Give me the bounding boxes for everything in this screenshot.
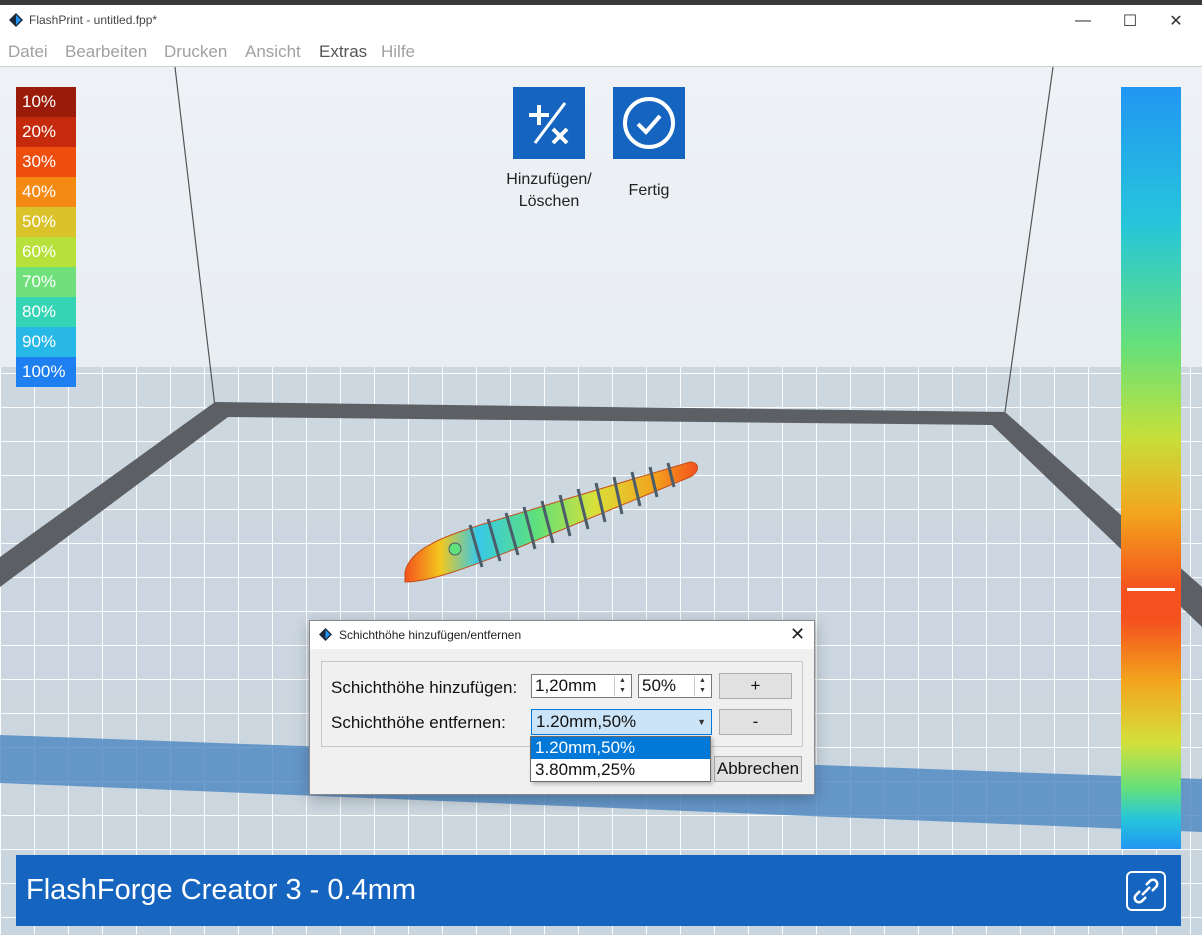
spin-arrows-icon[interactable]: ▲ ▼	[614, 676, 630, 696]
menu-ansicht[interactable]: Ansicht	[245, 42, 301, 62]
menu-extras[interactable]: Extras	[319, 42, 367, 62]
add-height-label: Schichthöhe hinzufügen:	[331, 678, 518, 697]
dialog-close-button[interactable]: ✕	[790, 624, 805, 645]
flashprint-logo-icon	[319, 628, 332, 641]
legend-item: 100%	[16, 357, 76, 387]
printer-status-bar: FlashForge Creator 3 - 0.4mm	[16, 855, 1181, 926]
slider-handle[interactable]	[1127, 588, 1175, 591]
legend-item: 70%	[16, 267, 76, 297]
legend-item: 90%	[16, 327, 76, 357]
legend-item: 20%	[16, 117, 76, 147]
dialog-title: Schichthöhe hinzufügen/entfernen	[339, 628, 522, 642]
infill-legend: 10% 20% 30% 40% 50% 60% 70% 80% 90% 100%	[16, 87, 76, 387]
cancel-button[interactable]: Abbrechen	[714, 756, 802, 782]
printer-name: FlashForge Creator 3 - 0.4mm	[26, 874, 417, 906]
menu-bearbeiten[interactable]: Bearbeiten	[65, 42, 147, 62]
menu-drucken[interactable]: Drucken	[164, 42, 227, 62]
remove-height-combobox[interactable]: 1.20mm,50% ▼	[531, 709, 712, 735]
close-button[interactable]: ✕	[1153, 5, 1199, 37]
legend-item: 60%	[16, 237, 76, 267]
done-button[interactable]	[613, 87, 685, 159]
spin-arrows-icon[interactable]: ▲ ▼	[694, 676, 710, 696]
add-percent-value: 50%	[642, 676, 677, 695]
link-icon	[1133, 878, 1159, 904]
remove-layer-button[interactable]: -	[719, 709, 792, 735]
check-circle-icon	[623, 97, 675, 149]
window-title: FlashPrint - untitled.fpp*	[29, 13, 158, 27]
plus-times-icon	[529, 102, 569, 145]
add-remove-button[interactable]	[513, 87, 585, 159]
dropdown-option[interactable]: 1.20mm,50%	[531, 737, 710, 759]
add-remove-label: Hinzufügen/ Löschen	[506, 171, 592, 210]
connect-button[interactable]	[1126, 871, 1166, 911]
menu-hilfe[interactable]: Hilfe	[381, 42, 415, 62]
menu-datei[interactable]: Datei	[8, 42, 48, 62]
menu-bar: Datei Bearbeiten Drucken Ansicht Extras …	[0, 38, 1202, 67]
legend-item: 30%	[16, 147, 76, 177]
remove-selected-value: 1.20mm,50%	[536, 712, 637, 731]
legend-item: 40%	[16, 177, 76, 207]
flashprint-logo-icon	[9, 13, 23, 27]
add-layer-button[interactable]: +	[719, 673, 792, 699]
add-percent-spinbox[interactable]: 50% ▲ ▼	[638, 674, 712, 698]
legend-item: 10%	[16, 87, 76, 117]
add-height-spinbox[interactable]: 1,20mm ▲ ▼	[531, 674, 632, 698]
remove-height-label: Schichthöhe entfernen:	[331, 713, 506, 732]
layer-height-slider[interactable]	[1121, 87, 1181, 849]
done-label: Fertig	[628, 182, 670, 199]
dropdown-option[interactable]: 3.80mm,25%	[531, 759, 710, 781]
dialog-title-bar: Schichthöhe hinzufügen/entfernen ✕	[310, 621, 814, 649]
maximize-button[interactable]: ☐	[1107, 5, 1153, 37]
remove-height-dropdown-list: 1.20mm,50% 3.80mm,25%	[530, 736, 711, 782]
legend-item: 50%	[16, 207, 76, 237]
legend-item: 80%	[16, 297, 76, 327]
chevron-down-icon: ▼	[697, 717, 706, 727]
minimize-button[interactable]: —	[1060, 5, 1106, 37]
add-height-value: 1,20mm	[535, 676, 597, 695]
title-bar: FlashPrint - untitled.fpp* — ☐ ✕	[0, 0, 1202, 38]
